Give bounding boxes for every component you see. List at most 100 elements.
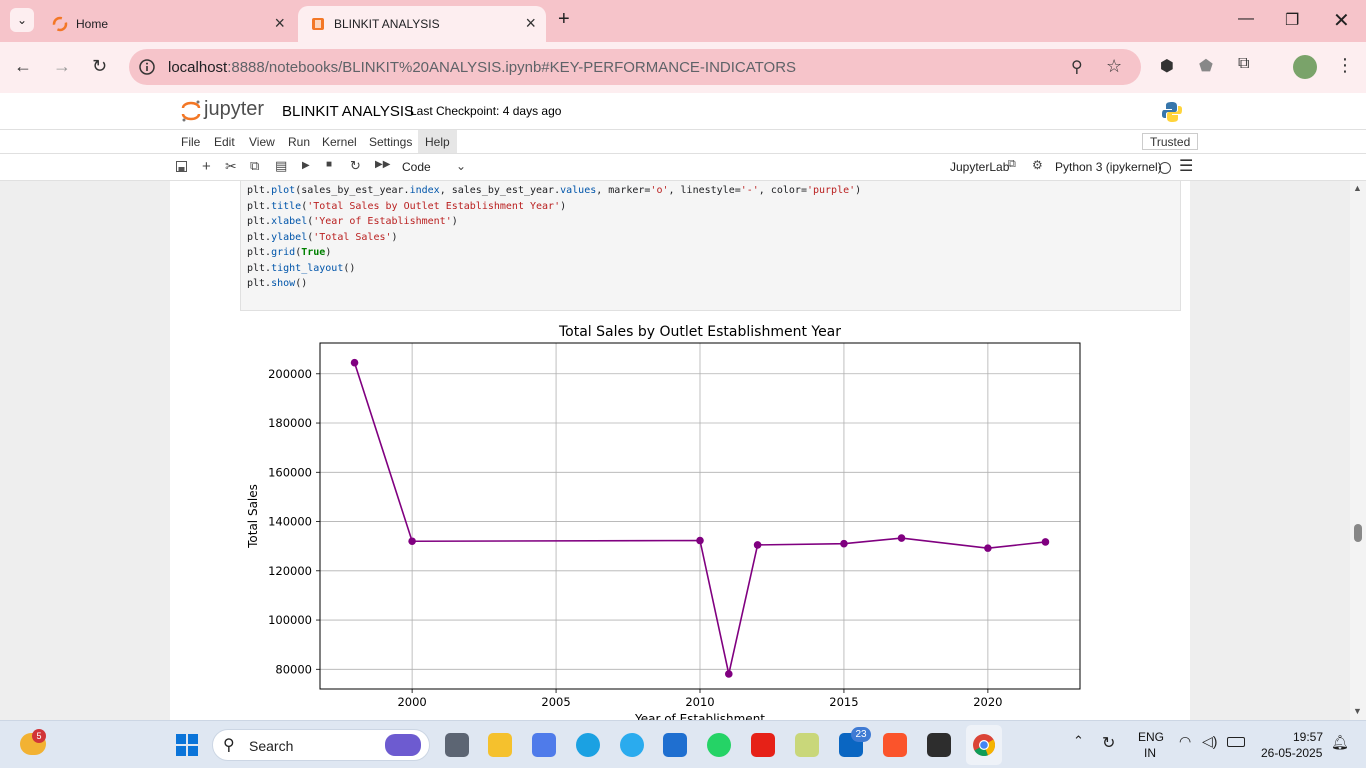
notebook-title[interactable]: BLINKIT ANALYSIS — [282, 103, 414, 120]
stop-icon[interactable]: ■ — [326, 159, 332, 170]
menu-hamburger-icon[interactable]: ☰ — [1179, 156, 1193, 176]
x-tick-label: 2020 — [973, 695, 1002, 709]
y-tick-label: 180000 — [268, 416, 312, 430]
task-view-icon[interactable] — [445, 733, 469, 757]
paste-icon[interactable]: ▤ — [275, 158, 287, 174]
taskbar-search-box[interactable]: ⚲ Search — [212, 729, 430, 761]
restart-icon[interactable]: ↻ — [350, 158, 361, 174]
menu-view[interactable]: View — [249, 135, 275, 149]
data-point — [1041, 538, 1050, 546]
y-tick-label: 160000 — [268, 465, 312, 479]
external-link-icon[interactable]: ⧉ — [1008, 158, 1016, 171]
tab-title: Home — [76, 17, 109, 31]
notes-app-icon[interactable] — [795, 733, 819, 757]
forward-icon[interactable]: → — [53, 56, 71, 77]
checkpoint-status: Last Checkpoint: 4 days ago — [410, 104, 562, 118]
restore-icon[interactable]: ❐ — [1285, 10, 1299, 30]
url-path: :8888/notebooks/BLINKIT%20ANALYSIS.ipynb… — [227, 59, 797, 76]
wifi-icon[interactable]: ◠ — [1179, 733, 1191, 750]
tab-home[interactable]: Home × — [40, 6, 295, 42]
file-explorer-icon[interactable] — [488, 733, 512, 757]
copilot-icon[interactable] — [532, 733, 556, 757]
add-cell-icon[interactable]: + — [202, 158, 211, 175]
jupyter-logo-icon[interactable] — [180, 99, 202, 123]
new-tab-icon[interactable]: + — [558, 8, 570, 31]
cell-type-select[interactable]: Code — [402, 160, 431, 174]
code-line: plt.xlabel('Year of Establishment') — [247, 216, 458, 227]
page-scrollbar[interactable]: ▲ ▼ — [1350, 181, 1366, 720]
store-icon[interactable] — [663, 733, 687, 757]
telegram-icon[interactable] — [620, 733, 644, 757]
tab-title: BLINKIT ANALYSIS — [334, 17, 440, 31]
data-point — [350, 358, 359, 367]
windows-start-icon[interactable] — [176, 734, 198, 756]
data-point — [984, 544, 992, 552]
notification-bell-icon[interactable]: 🔔︎ — [1331, 734, 1349, 751]
linkedin-badge: 23 — [851, 727, 871, 742]
chevron-up-icon[interactable]: ⌃ — [1073, 733, 1084, 749]
copy-icon[interactable]: ⧉ — [250, 158, 259, 174]
fast-forward-icon[interactable]: ▶▶ — [375, 159, 390, 170]
y-tick-label: 120000 — [268, 564, 312, 578]
x-tick-label: 2010 — [685, 695, 714, 709]
back-icon[interactable]: ← — [14, 56, 32, 77]
sync-icon[interactable]: ↻ — [1102, 733, 1115, 753]
kernel-name[interactable]: Python 3 (ipykernel) — [1055, 160, 1162, 174]
y-tick-label: 80000 — [275, 662, 312, 676]
jupyterlab-link[interactable]: JupyterLab — [950, 160, 1009, 174]
bookmark-star-icon[interactable]: ☆ — [1106, 56, 1122, 77]
close-window-icon[interactable]: ✕ — [1333, 8, 1350, 33]
edge-icon[interactable] — [576, 733, 600, 757]
chrome-icon[interactable] — [972, 733, 996, 757]
scroll-up-icon[interactable]: ▲ — [1353, 183, 1362, 193]
jupyter-logo-text: jupyter — [204, 98, 265, 120]
profile-avatar[interactable] — [1293, 55, 1317, 79]
weather-badge: 5 — [32, 729, 46, 743]
whatsapp-icon[interactable] — [707, 733, 731, 757]
clock-time[interactable]: 19:57 — [1293, 730, 1323, 744]
close-tab-icon[interactable]: × — [274, 14, 285, 32]
menu-help[interactable]: Help — [418, 130, 457, 153]
x-tick-label: 2005 — [541, 695, 570, 709]
site-info-icon[interactable] — [139, 59, 155, 75]
run-icon[interactable]: ▶ — [302, 160, 310, 171]
extensions-puzzle-icon[interactable]: ⧉ — [1238, 55, 1249, 73]
minimize-icon[interactable]: — — [1238, 10, 1254, 28]
menu-file[interactable]: File — [181, 135, 200, 149]
volume-icon[interactable]: ◁) — [1202, 733, 1217, 750]
tab-notebook[interactable]: BLINKIT ANALYSIS × — [298, 6, 546, 42]
code-line: plt.show() — [247, 278, 308, 289]
data-point — [753, 541, 762, 549]
code-cell-input[interactable]: plt.plot(sales_by_est_year.index, sales_… — [240, 181, 1181, 311]
battery-icon[interactable] — [1227, 737, 1245, 747]
code-editor[interactable]: plt.plot(sales_by_est_year.index, sales_… — [241, 181, 1180, 292]
windows-taskbar: 5 ⚲ Search 23 ⌃ ↻ ENG IN ◠ ◁) 19:57 26-0… — [0, 720, 1366, 768]
extension-shield-icon[interactable]: ⬢ — [1160, 56, 1174, 76]
scroll-down-icon[interactable]: ▼ — [1353, 706, 1362, 716]
menu-settings[interactable]: Settings — [369, 135, 412, 149]
terminal-icon[interactable] — [927, 733, 951, 757]
y-tick-label: 200000 — [268, 367, 312, 381]
youtube-icon[interactable] — [751, 733, 775, 757]
language-label[interactable]: ENG — [1138, 730, 1164, 744]
url-bar[interactable]: localhost:8888/notebooks/BLINKIT%20ANALY… — [129, 49, 1141, 85]
x-tick-label: 2015 — [829, 695, 858, 709]
scroll-thumb[interactable] — [1354, 524, 1362, 542]
menu-kernel[interactable]: Kernel — [322, 135, 357, 149]
brave-icon[interactable] — [883, 733, 907, 757]
extension-gray-icon[interactable]: ⬟ — [1199, 56, 1213, 76]
more-menu-icon[interactable]: ⋮ — [1336, 55, 1354, 76]
close-tab-icon[interactable]: × — [525, 14, 536, 32]
y-tick-label: 100000 — [268, 613, 312, 627]
tab-search-button[interactable]: ⌄ — [10, 8, 34, 32]
save-icon[interactable] — [176, 161, 187, 172]
debugger-icon[interactable]: ⚙ — [1032, 158, 1043, 172]
reload-icon[interactable]: ↻ — [92, 56, 107, 77]
search-label: Search — [249, 738, 294, 754]
chevron-down-icon[interactable]: ⌄ — [456, 159, 466, 173]
menu-edit[interactable]: Edit — [214, 135, 235, 149]
zoom-icon[interactable]: ⚲ — [1071, 57, 1083, 77]
trusted-indicator[interactable]: Trusted — [1142, 133, 1199, 150]
cut-icon[interactable]: ✂ — [225, 158, 237, 175]
menu-run[interactable]: Run — [288, 135, 310, 149]
